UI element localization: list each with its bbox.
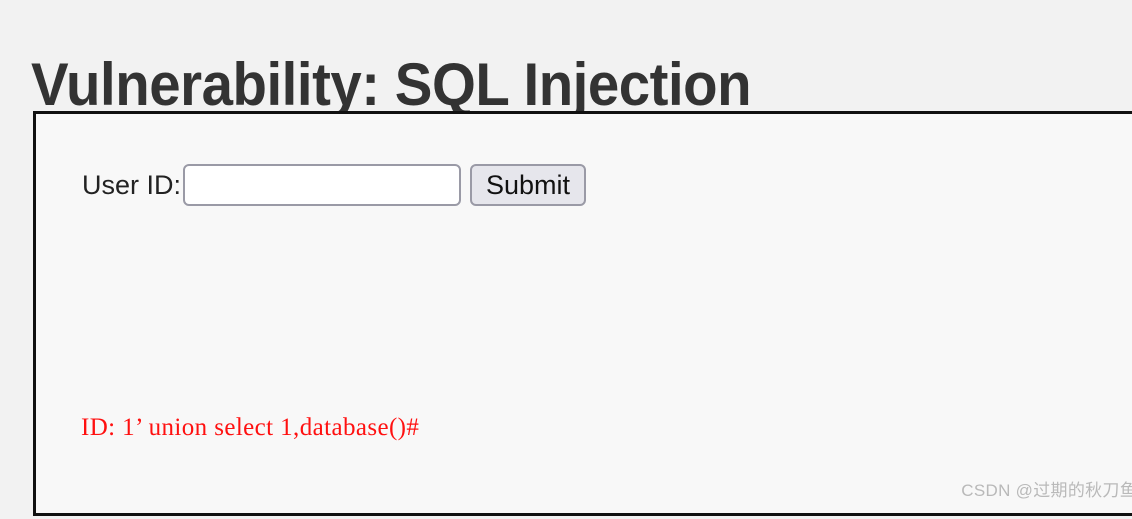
user-id-input[interactable] [183,164,462,206]
page-title: Vulnerability: SQL Injection [31,51,752,119]
query-results-output: ID: 1’ union select 1,database()# First … [81,241,420,516]
user-id-form: User ID: Submit [82,164,587,206]
vulnerability-content-panel: User ID: Submit ID: 1’ union select 1,da… [33,111,1132,516]
user-id-label: User ID: [82,169,182,200]
result-id-line: ID: 1’ union select 1,database()# [81,414,420,441]
csdn-watermark: CSDN @过期的秋刀鱼- [961,481,1132,500]
result-block: ID: 1’ union select 1,database()# First … [81,343,420,516]
submit-button[interactable]: Submit [470,164,587,206]
result-first-name-line: First name: admin [81,513,419,516]
